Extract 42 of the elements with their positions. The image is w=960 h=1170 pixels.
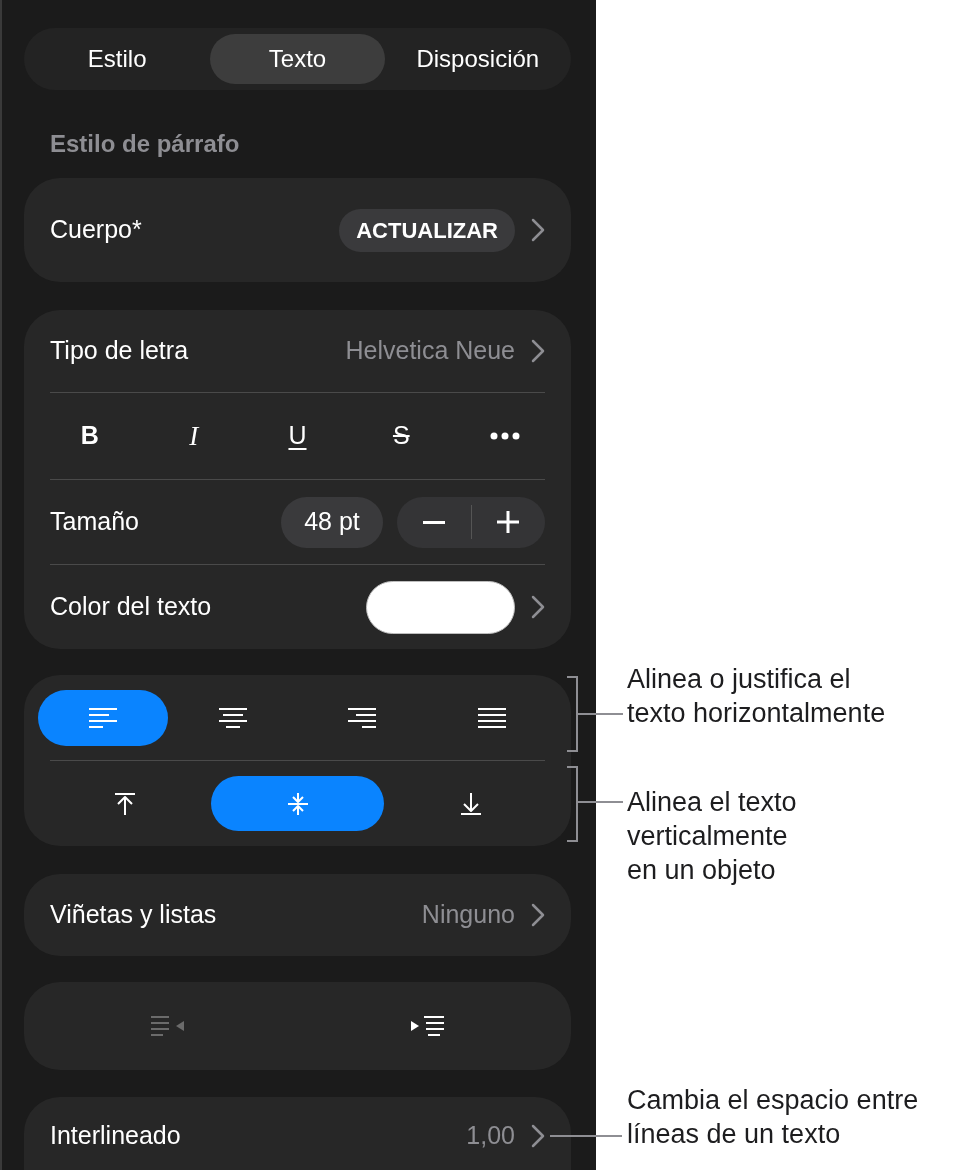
plus-icon — [497, 511, 520, 533]
align-justify-icon — [477, 706, 508, 729]
row-label: Interlineado — [50, 1120, 181, 1152]
outdent-icon — [150, 1015, 185, 1037]
underline-button[interactable]: U — [280, 416, 315, 456]
chevron-icon — [531, 218, 545, 242]
align-center-icon — [217, 706, 248, 729]
ellipsis-icon — [490, 432, 521, 440]
bullets-value[interactable]: Ninguno — [421, 896, 515, 934]
row-label: Tamaño — [50, 506, 139, 538]
tab[interactable]: Disposición — [390, 34, 565, 84]
row-label: Cuerpo* — [50, 214, 142, 246]
line-spacing-value[interactable]: 1,00 — [466, 1117, 515, 1155]
align-bottom-icon — [458, 791, 483, 816]
update-button[interactable]: ACTUALIZAR — [339, 208, 515, 252]
chevron-icon — [531, 903, 545, 927]
callout-text: Alinea el texto verticalmente en un objeto — [627, 786, 797, 887]
row-label: Viñetas y listas — [50, 899, 217, 931]
tab[interactable]: Estilo — [30, 34, 205, 84]
leader-line — [550, 1135, 622, 1137]
chevron-icon — [531, 595, 545, 619]
font-value[interactable]: Helvetica Neue — [345, 332, 515, 370]
align-middle-icon — [285, 791, 310, 816]
callout-text: Alinea o justifica el texto horizontalmente — [627, 663, 886, 730]
align-middle-button[interactable] — [211, 776, 384, 831]
callout-text: Cambia el espacio entre líneas de un texto — [627, 1084, 919, 1151]
chevron-icon — [531, 1124, 545, 1148]
strikethrough-button[interactable]: S — [384, 416, 418, 456]
color-swatch-icon[interactable] — [366, 580, 515, 634]
italic-button[interactable]: I — [181, 416, 207, 456]
row-label: Color del texto — [50, 591, 212, 623]
align-right-icon — [347, 706, 378, 729]
align-top-icon — [112, 791, 137, 816]
indent-icon — [410, 1015, 445, 1037]
row-label: Tipo de letra — [50, 335, 189, 367]
minus-icon — [422, 520, 445, 524]
section-heading: Estilo de párrafo — [49, 130, 241, 158]
chevron-icon — [531, 339, 545, 363]
tab[interactable]: Texto — [210, 34, 385, 84]
size-field[interactable]: 48 pt — [281, 496, 383, 548]
align-left-icon — [87, 706, 118, 729]
bold-button[interactable]: B — [72, 416, 107, 456]
